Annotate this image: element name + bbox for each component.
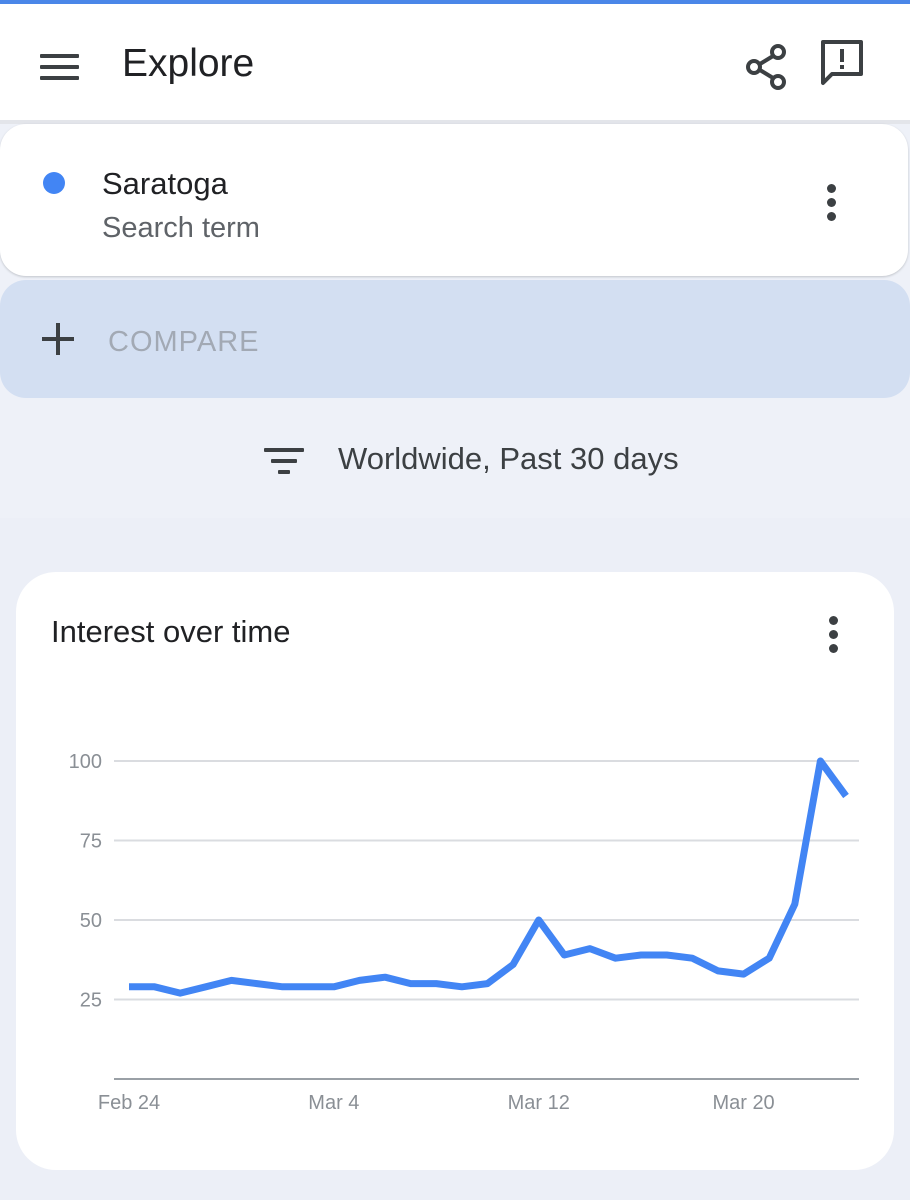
app-bar: Explore [0,4,910,120]
search-term-type: Search term [102,212,260,244]
compare-label: COMPARE [108,326,260,358]
compare-button[interactable]: COMPARE [0,280,910,398]
menu-button[interactable] [30,40,88,90]
y-tick-label: 75 [80,831,102,853]
y-tick-label: 100 [69,751,102,773]
series-line-0 [129,757,849,997]
interest-line-chart: 25 50 75 100 Feb 24 Mar 4 Mar 12 Mar 20 [69,751,859,1114]
series-color-dot [43,172,65,194]
x-tick-label: Mar 20 [712,1092,774,1114]
filter-row[interactable]: Worldwide, Past 30 days [0,424,910,494]
feedback-icon [821,40,863,85]
hamburger-line [40,76,79,80]
interest-over-time-card: Interest over time 25 50 75 100 Feb 24 Mar 4M… [16,572,894,1170]
more-vert-dot [827,198,836,207]
more-vert-icon [827,184,836,193]
search-term-card[interactable]: Saratoga Search term [0,124,908,276]
filter-line [271,459,297,463]
add-icon [40,320,80,360]
filter-line [264,448,304,452]
filter-summary: Worldwide, Past 30 days [338,441,679,476]
y-tick-label: 25 [80,990,102,1012]
more-vert-dot [827,212,836,221]
y-tick-label: 50 [80,910,102,932]
hamburger-line [40,65,79,69]
feedback-button[interactable] [812,36,872,94]
share-button[interactable] [740,40,794,94]
filter-line [278,470,290,474]
search-term-more-button[interactable] [812,176,852,226]
share-icon [746,44,786,90]
filter-icon [262,444,306,478]
search-term-name: Saratoga [102,166,228,201]
x-tick-label: Mar 4 [308,1092,359,1114]
x-tick-label: Mar 12 [508,1092,570,1114]
page-title: Explore [122,42,255,85]
hamburger-menu-icon [40,54,79,58]
x-tick-label: Feb 24 [98,1092,160,1114]
